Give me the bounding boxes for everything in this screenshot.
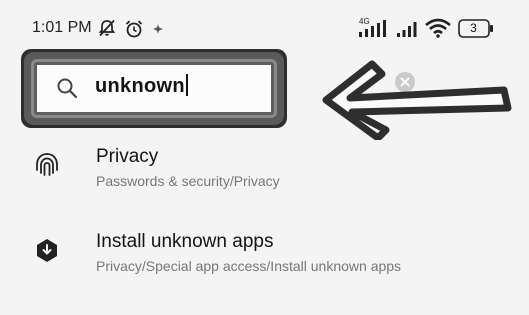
mute-icon — [98, 19, 116, 37]
result-title: Install unknown apps — [96, 231, 274, 252]
battery-level: 3 — [470, 21, 477, 35]
arrow-left-icon — [322, 60, 512, 140]
alarm-icon — [125, 20, 143, 38]
search-field-value[interactable]: unknown — [95, 74, 188, 98]
text-caret — [185, 74, 188, 96]
notification-icon — [153, 24, 163, 34]
wifi-icon — [425, 18, 451, 38]
status-bar: 1:01 PM 4G 3 — [0, 0, 529, 40]
search-icon — [57, 78, 78, 99]
result-title: Privacy — [96, 146, 159, 167]
signal-4g-icon: 4G — [359, 17, 386, 37]
fingerprint-icon — [36, 153, 58, 176]
result-item-install-unknown-apps[interactable]: Install unknown apps Privacy/Special app… — [0, 230, 529, 290]
result-item-privacy[interactable]: Privacy Passwords & security/Privacy — [0, 145, 529, 205]
network-label: 4G — [359, 17, 370, 26]
result-path: Passwords & security/Privacy — [96, 173, 280, 189]
status-time: 1:01 PM — [32, 19, 92, 36]
install-apps-icon — [37, 239, 57, 262]
search-input[interactable]: unknown — [34, 62, 274, 115]
signal-icon — [397, 22, 417, 37]
battery-icon: 3 — [458, 19, 494, 38]
result-path: Privacy/Special app access/Install unkno… — [96, 258, 402, 274]
